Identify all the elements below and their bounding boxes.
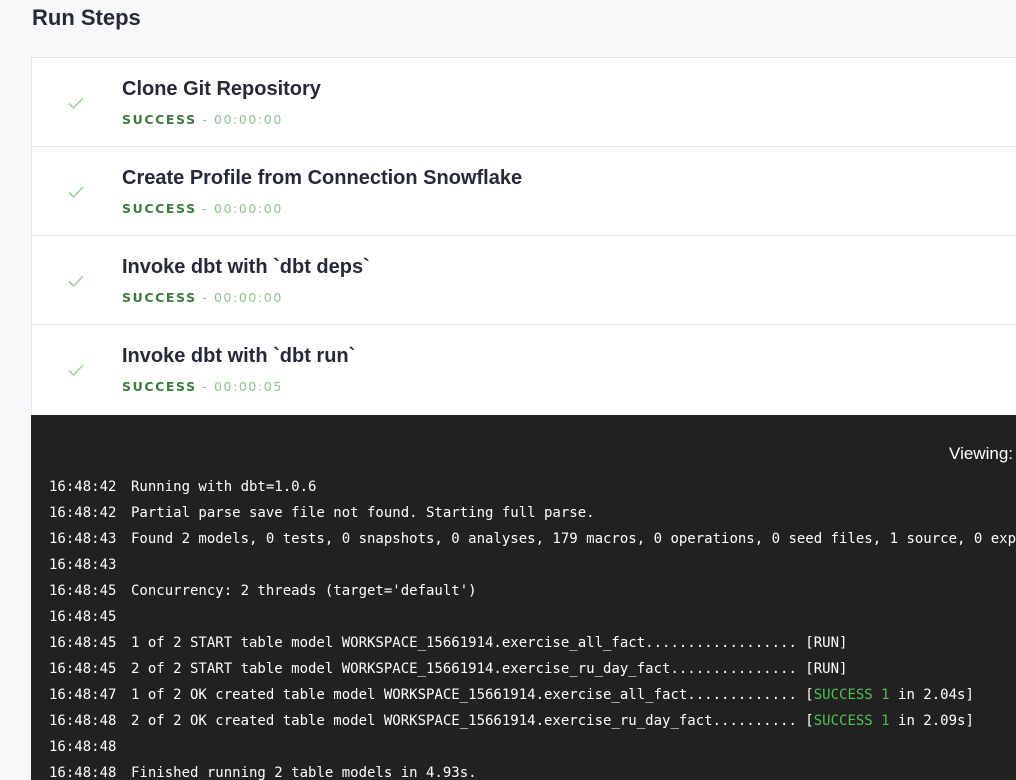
- log-timestamp: 16:48:47: [49, 687, 117, 703]
- step-title: Invoke dbt with `dbt deps`: [122, 256, 370, 278]
- log-line: 16:48:43: [49, 555, 1016, 581]
- log-line: 16:48:45 1 of 2 START table model WORKSPA…: [49, 633, 1016, 659]
- log-line: 16:48:48 2 of 2 OK created table model WO…: [49, 711, 1016, 737]
- step-clone-git[interactable]: Clone Git Repository SUCCESS - 00:00:00: [32, 58, 1016, 147]
- log-text: 1 of 2 START table model WORKSPACE_15661…: [131, 635, 848, 651]
- log-text: Running with dbt=1.0.6: [131, 479, 317, 495]
- log-line: 16:48:48: [49, 737, 1016, 763]
- status-duration: 00:00:00: [213, 112, 283, 127]
- log-timestamp: 16:48:45: [49, 609, 117, 625]
- status-label: SUCCESS: [122, 201, 197, 216]
- log-timestamp: 16:48:45: [49, 635, 117, 651]
- status-duration: 00:00:00: [213, 290, 283, 305]
- log-text: in 2.04s]: [889, 687, 974, 703]
- check-icon: [68, 275, 84, 288]
- log-timestamp: 16:48:42: [49, 505, 117, 521]
- log-terminal[interactable]: Viewing: 16:48:42 Running with dbt=1.0.6 …: [31, 415, 1016, 780]
- status-label: SUCCESS: [122, 290, 197, 305]
- log-timestamp: 16:48:42: [49, 479, 117, 495]
- step-create-profile[interactable]: Create Profile from Connection Snowflake…: [32, 147, 1016, 236]
- log-text: in 2.09s]: [889, 713, 974, 729]
- log-line: 16:48:42 Partial parse save file not foun…: [49, 503, 1016, 529]
- log-text: Found 2 models, 0 tests, 0 snapshots, 0 …: [131, 531, 1016, 547]
- log-text: Concurrency: 2 threads (target='default'…: [131, 583, 477, 599]
- log-success-text: SUCCESS 1: [813, 713, 890, 729]
- step-status: SUCCESS - 00:00:00: [122, 201, 283, 217]
- log-line: 16:48:45 2 of 2 START table model WORKSPA…: [49, 659, 1016, 685]
- log-line: 16:48:43 Found 2 models, 0 tests, 0 snaps…: [49, 529, 1016, 555]
- step-status: SUCCESS - 00:00:00: [122, 290, 283, 306]
- log-line: 16:48:42 Running with dbt=1.0.6: [49, 477, 1016, 503]
- log-timestamp: 16:48:48: [49, 765, 117, 780]
- log-line: 16:48:47 1 of 2 OK created table model WO…: [49, 685, 1016, 711]
- log-timestamp: 16:48:43: [49, 531, 117, 547]
- status-separator: -: [196, 290, 214, 305]
- log-timestamp: 16:48:43: [49, 557, 117, 573]
- viewing-label: Viewing:: [949, 444, 1013, 463]
- check-icon: [68, 97, 84, 110]
- step-status: SUCCESS - 00:00:00: [122, 112, 283, 128]
- status-duration: 00:00:05: [213, 379, 283, 394]
- step-title: Invoke dbt with `dbt run`: [122, 345, 356, 367]
- log-text: 2 of 2 START table model WORKSPACE_15661…: [131, 661, 848, 677]
- log-output: 16:48:42 Running with dbt=1.0.6 16:48:42 P…: [49, 477, 1016, 780]
- step-title: Create Profile from Connection Snowflake: [122, 167, 523, 189]
- log-line: 16:48:45 Concurrency: 2 threads (target='…: [49, 581, 1016, 607]
- page-title: Run Steps: [32, 5, 141, 30]
- check-icon: [68, 186, 84, 199]
- step-dbt-run[interactable]: Invoke dbt with `dbt run` SUCCESS - 00:0…: [32, 325, 1016, 414]
- log-timestamp: 16:48:45: [49, 661, 117, 677]
- status-duration: 00:00:00: [213, 201, 283, 216]
- status-label: SUCCESS: [122, 112, 197, 127]
- log-text: 1 of 2 OK created table model WORKSPACE_…: [131, 687, 814, 703]
- log-timestamp: 16:48:45: [49, 583, 117, 599]
- status-label: SUCCESS: [122, 379, 197, 394]
- run-steps-list: Clone Git Repository SUCCESS - 00:00:00 …: [31, 57, 1016, 414]
- step-dbt-deps[interactable]: Invoke dbt with `dbt deps` SUCCESS - 00:…: [32, 236, 1016, 325]
- check-icon: [68, 364, 84, 377]
- status-separator: -: [196, 112, 214, 127]
- log-text: Partial parse save file not found. Start…: [131, 505, 595, 521]
- status-separator: -: [196, 379, 214, 394]
- log-timestamp: 16:48:48: [49, 739, 117, 755]
- log-line: 16:48:48 Finished running 2 table models …: [49, 763, 1016, 780]
- status-separator: -: [196, 201, 214, 216]
- log-line: 16:48:45: [49, 607, 1016, 633]
- log-timestamp: 16:48:48: [49, 713, 117, 729]
- log-text: Finished running 2 table models in 4.93s…: [131, 765, 477, 780]
- step-status: SUCCESS - 00:00:05: [122, 379, 283, 395]
- step-title: Clone Git Repository: [122, 78, 321, 100]
- log-success-text: SUCCESS 1: [813, 687, 890, 703]
- log-text: 2 of 2 OK created table model WORKSPACE_…: [131, 713, 814, 729]
